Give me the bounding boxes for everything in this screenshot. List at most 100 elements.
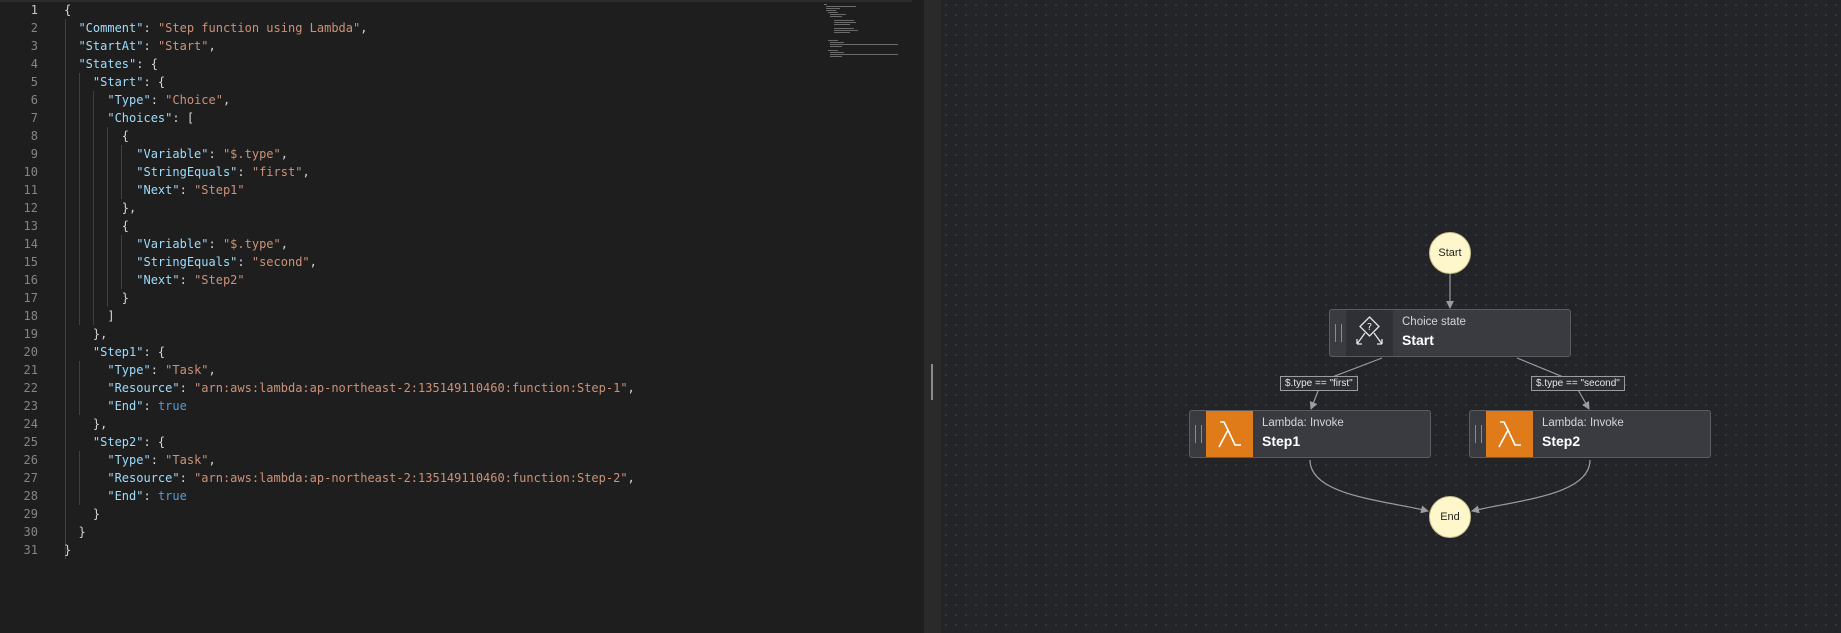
line-number: 21 [23,363,38,377]
code-token: : [150,93,166,107]
code-token: true [157,399,187,413]
code-line[interactable]: "Next": "Step1" [64,181,635,199]
code-line[interactable]: "StringEquals": "second", [64,253,635,271]
code-line[interactable]: "Comment": "Step function using Lambda", [64,19,635,37]
step2-type: Lambda: Invoke [1542,417,1624,429]
code-token: "Start" [157,39,209,53]
line-number: 15 [23,255,38,269]
start-terminal[interactable]: Start [1429,232,1471,274]
splitter-handle[interactable] [931,364,933,400]
code-line[interactable]: "Type": "Task", [64,361,635,379]
code-line[interactable]: "StringEquals": "first", [64,163,635,181]
code-line[interactable]: ] [64,307,635,325]
code-token: } [64,543,72,557]
code-token: : [143,489,158,503]
code-token: { [64,3,72,17]
code-token: : { [136,57,158,71]
code-token: , [222,93,231,107]
code-line[interactable]: "Variable": "$.type", [64,145,635,163]
code-line[interactable]: "Next": "Step2" [64,271,635,289]
line-number: 27 [23,471,38,485]
code-token: : [143,399,158,413]
step2-node[interactable]: Lambda: Invoke Step2 [1469,410,1711,458]
code-line[interactable]: } [64,289,635,307]
drag-handle[interactable] [1335,324,1342,342]
step2-name: Step2 [1542,433,1581,449]
line-number: 16 [23,273,38,287]
code-line[interactable]: { [64,1,635,19]
code-content[interactable]: { "Comment": "Step function using Lambda… [64,1,635,559]
line-number: 24 [23,417,38,431]
end-terminal[interactable]: End [1429,496,1471,538]
code-line[interactable]: }, [64,325,635,343]
code-token: true [157,489,187,503]
editor-scrollbar[interactable] [912,0,924,633]
code-token: { [64,219,130,233]
code-token: "Next" [136,273,180,287]
code-line[interactable]: { [64,217,635,235]
code-token: : [237,165,252,179]
code-token: "arn:aws:lambda:ap-northeast-2:135149110… [194,381,628,395]
code-line[interactable]: "Step1": { [64,343,635,361]
step1-type: Lambda: Invoke [1262,417,1344,429]
code-line[interactable]: } [64,541,635,559]
code-token: "Resource" [107,381,180,395]
line-number: 5 [30,75,38,89]
code-line[interactable]: { [64,127,635,145]
code-token: "StringEquals" [136,165,238,179]
minimap[interactable] [822,2,902,62]
drag-handle[interactable] [1475,425,1482,443]
graph-canvas[interactable]: Start ? Choice state Start $.type == "fi… [941,0,1841,633]
code-token: , [208,453,216,467]
code-line[interactable]: "StartAt": "Start", [64,37,635,55]
code-token: "StringEquals" [136,255,238,269]
code-line[interactable]: } [64,523,635,541]
code-token: "End" [107,489,144,503]
code-line[interactable]: "States": { [64,55,635,73]
code-line[interactable]: "Type": "Choice", [64,91,635,109]
step1-name: Step1 [1262,433,1301,449]
lambda-icon [1486,411,1533,457]
line-number: 13 [23,219,38,233]
code-line[interactable]: "End": true [64,397,635,415]
code-token: , [627,381,635,395]
line-number: 26 [23,453,38,467]
choice-state-node[interactable]: ? Choice state Start [1329,309,1571,357]
code-token: : [179,471,195,485]
code-token: "Task" [165,363,209,377]
code-line[interactable]: "Step2": { [64,433,635,451]
code-line[interactable]: "Type": "Task", [64,451,635,469]
edge-label-first: $.type == "first" [1280,376,1358,391]
panel-splitter[interactable] [924,0,941,633]
code-line[interactable]: "Variable": "$.type", [64,235,635,253]
step1-node[interactable]: Lambda: Invoke Step1 [1189,410,1431,458]
line-number: 14 [23,237,38,251]
code-line[interactable]: "Resource": "arn:aws:lambda:ap-northeast… [64,379,635,397]
code-token: , [302,165,310,179]
drag-handle[interactable] [1195,425,1202,443]
code-line[interactable]: } [64,505,635,523]
choice-state-type: Choice state [1402,316,1466,328]
code-token: { [64,129,130,143]
code-token: "Task" [165,453,209,467]
code-editor[interactable]: 1 2 3 4 5 6 7 8 9 10 11 12 13 14 15 16 17 18 19 20 21 22 23 24 2… [0,0,924,633]
code-token: "Next" [136,183,180,197]
code-token: : { [143,345,166,359]
code-line[interactable]: }, [64,199,635,217]
code-line[interactable]: "Choices": [ [64,109,635,127]
code-token: "second" [251,255,310,269]
line-number: 31 [23,543,38,557]
code-line[interactable]: "Start": { [64,73,635,91]
code-line[interactable]: "End": true [64,487,635,505]
code-line[interactable]: "Resource": "arn:aws:lambda:ap-northeast… [64,469,634,487]
code-line[interactable]: }, [64,415,635,433]
code-token: , [280,147,288,161]
